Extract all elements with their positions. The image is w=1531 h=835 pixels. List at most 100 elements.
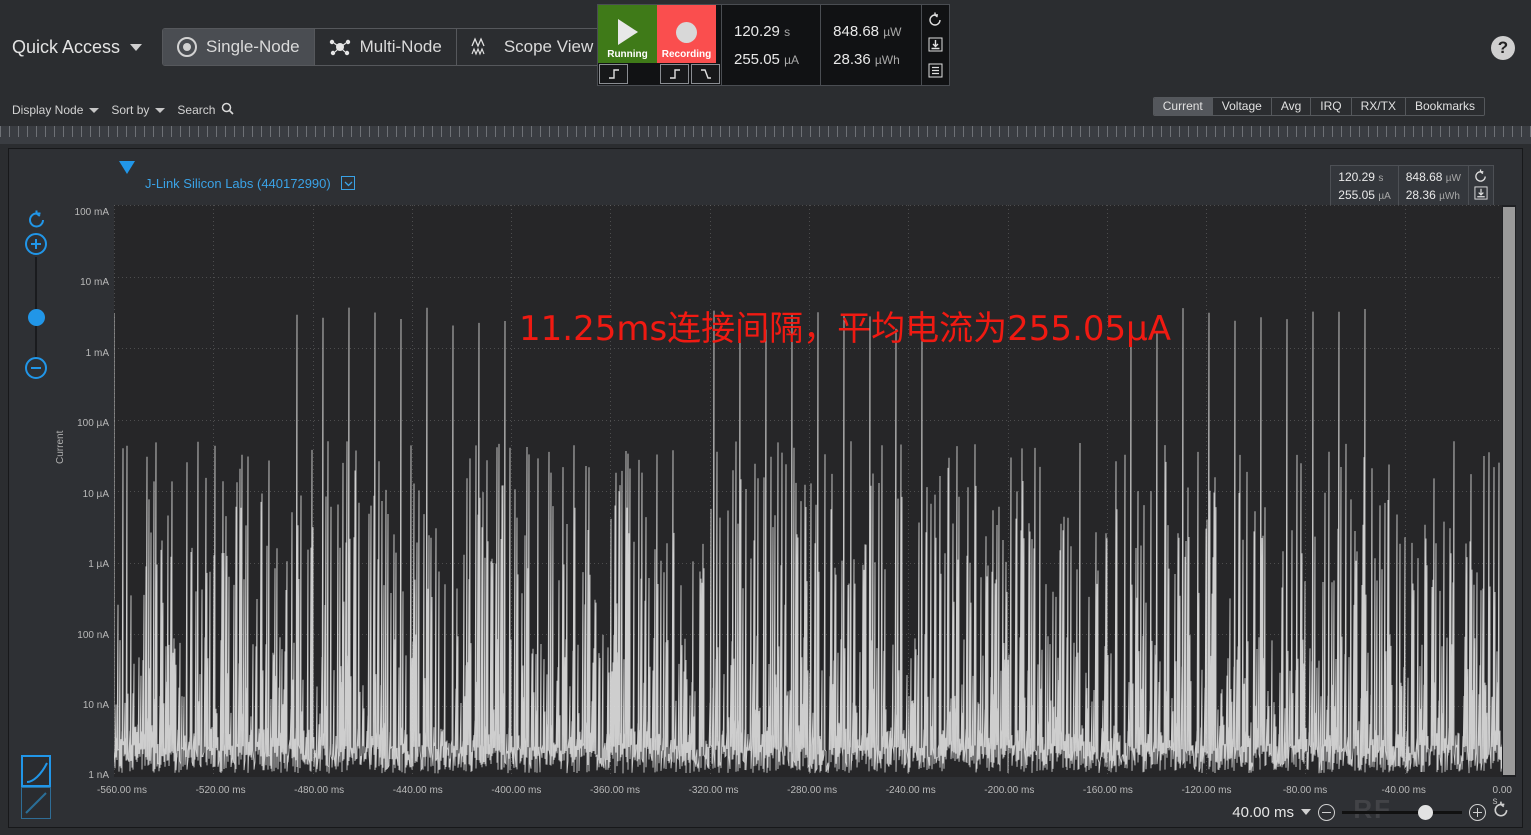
chevron-down-icon <box>89 108 99 113</box>
time-zoom-slider-handle[interactable] <box>1418 805 1433 820</box>
single-node-icon <box>177 37 197 57</box>
tab-irq[interactable]: IRQ <box>1311 98 1351 115</box>
chart-tab-group: Current Voltage Avg IRQ RX/TX Bookmarks <box>1153 97 1485 116</box>
y-axis-tick: 10 nA <box>83 700 109 711</box>
energy-value: 28.36 µWh <box>833 51 921 68</box>
average-power-value: 848.68 µW <box>833 23 921 40</box>
zoom-slider-handle[interactable] <box>28 309 45 326</box>
threshold-toggle-1[interactable] <box>599 64 628 84</box>
tab-bookmarks[interactable]: Bookmarks <box>1406 98 1484 115</box>
tab-voltage[interactable]: Voltage <box>1213 98 1272 115</box>
y-axis-tick: 100 mA <box>75 207 109 218</box>
x-axis-tick: -120.00 ms <box>1181 785 1231 796</box>
chart-stats-readout: 120.29 s 255.05 µA 848.68 µW 28.36 µWh <box>1330 165 1494 209</box>
vertical-zoom-rail <box>19 209 55 789</box>
tab-current[interactable]: Current <box>1154 98 1213 115</box>
y-axis-tick: 10 µA <box>83 489 109 500</box>
x-axis-tick: -280.00 ms <box>787 785 837 796</box>
reset-icon[interactable] <box>1473 168 1489 183</box>
timeline-ruler[interactable] <box>0 126 1531 144</box>
current-plot-area[interactable]: 11.25ms连接间隔，平均电流为255.05μA <box>114 205 1504 777</box>
zoom-in-button[interactable] <box>25 233 47 255</box>
axis-scale-group <box>21 755 51 819</box>
download-icon[interactable] <box>926 35 946 55</box>
running-button[interactable]: Running <box>598 5 657 63</box>
threshold-toggle-2[interactable] <box>660 64 689 84</box>
chevron-down-icon <box>155 108 165 113</box>
filter-toolbar: Display Node Sort by Search Current Volt… <box>0 96 1531 124</box>
x-axis-tick: -320.00 ms <box>689 785 739 796</box>
scope-view-icon <box>471 37 495 57</box>
y-axis-tick: 1 mA <box>86 348 109 359</box>
acquisition-control-block: Running Recording 120.29 s 255.05 µA 848… <box>597 4 950 86</box>
x-axis-tick: -480.00 ms <box>294 785 344 796</box>
time-zoom-reset-icon[interactable] <box>1493 801 1510 823</box>
view-mode-group: Single-Node Multi-Node <box>162 28 608 66</box>
device-name-label[interactable]: J-Link Silicon Labs (440172990) <box>145 176 331 191</box>
display-node-label: Display Node <box>12 103 83 117</box>
collapse-triangle-icon[interactable] <box>119 161 135 174</box>
mode-multi-node-label: Multi-Node <box>360 37 442 57</box>
search-control[interactable]: Search <box>177 102 234 118</box>
time-zoom-controls: 40.00 ms <box>1232 801 1510 823</box>
stats-power: 848.68 µW <box>1406 169 1461 187</box>
y-axis-tick: 100 µA <box>77 418 109 429</box>
x-axis-tick: -240.00 ms <box>886 785 936 796</box>
x-axis-tick: -200.00 ms <box>984 785 1034 796</box>
help-icon[interactable]: ? <box>1491 36 1515 60</box>
tab-avg[interactable]: Avg <box>1272 98 1311 115</box>
chart-annotation: 11.25ms连接间隔，平均电流为255.05μA <box>519 301 1171 350</box>
vertical-scrollbar[interactable] <box>1502 205 1516 777</box>
list-icon[interactable] <box>926 60 946 80</box>
device-options-icon[interactable] <box>341 176 355 190</box>
x-axis-tick: -80.00 ms <box>1283 785 1327 796</box>
stats-time-current: 120.29 s 255.05 µA <box>1331 166 1398 208</box>
stats-energy: 28.36 µWh <box>1406 187 1461 205</box>
multi-node-icon <box>329 37 351 57</box>
stats-time: 120.29 s <box>1338 169 1390 187</box>
sort-by-dropdown[interactable]: Sort by <box>111 103 165 117</box>
current-waveform <box>114 205 1504 777</box>
y-axis-labels: 100 mA 10 mA 1 mA 100 µA 10 µA 1 µA 100 nA 10 n… <box>57 195 109 775</box>
time-zoom-out-button[interactable] <box>1318 804 1335 821</box>
zoom-reset-icon[interactable] <box>27 209 47 234</box>
mode-scope-view[interactable]: Scope View <box>457 29 607 65</box>
time-current-readout: 120.29 s 255.05 µA <box>721 5 820 85</box>
search-icon <box>221 102 234 118</box>
power-energy-readout: 848.68 µW 28.36 µWh <box>820 5 921 85</box>
zoom-slider-track[interactable] <box>35 257 37 359</box>
recording-button[interactable]: Recording <box>657 5 716 63</box>
threshold-toggle-3[interactable] <box>691 64 720 84</box>
tab-rxtx[interactable]: RX/TX <box>1352 98 1406 115</box>
display-node-dropdown[interactable]: Display Node <box>12 103 99 117</box>
search-label: Search <box>177 103 215 117</box>
chart-panel-header: J-Link Silicon Labs (440172990) 120.29 s… <box>9 149 1522 187</box>
mode-multi-node[interactable]: Multi-Node <box>315 29 457 65</box>
mode-single-node[interactable]: Single-Node <box>163 29 315 65</box>
log-scale-button[interactable] <box>21 755 51 787</box>
play-icon <box>618 19 638 45</box>
reset-icon[interactable] <box>926 10 946 30</box>
quick-access-label: Quick Access <box>12 37 120 58</box>
y-axis-tick: 1 µA <box>88 559 109 570</box>
chevron-down-icon[interactable] <box>1301 809 1311 815</box>
mode-scope-view-label: Scope View <box>504 37 593 57</box>
download-icon[interactable] <box>1473 185 1489 200</box>
linear-scale-button[interactable] <box>21 787 51 819</box>
toolbar-icon-column <box>921 5 949 85</box>
y-axis-tick: 10 mA <box>80 277 109 288</box>
x-axis-tick: -440.00 ms <box>393 785 443 796</box>
record-icon <box>676 22 697 43</box>
x-axis-tick: -520.00 ms <box>196 785 246 796</box>
quick-access-menu[interactable]: Quick Access <box>12 37 142 58</box>
time-zoom-slider-track[interactable] <box>1342 811 1462 814</box>
time-zoom-in-button[interactable] <box>1469 804 1486 821</box>
recording-label: Recording <box>662 49 711 61</box>
zoom-out-button[interactable] <box>25 357 47 379</box>
y-axis-tick: 100 nA <box>77 630 109 641</box>
running-label: Running <box>607 49 648 61</box>
sort-by-label: Sort by <box>111 103 149 117</box>
mode-single-node-label: Single-Node <box>206 37 300 57</box>
x-axis-tick: -560.00 ms <box>97 785 147 796</box>
x-axis-tick: -160.00 ms <box>1083 785 1133 796</box>
